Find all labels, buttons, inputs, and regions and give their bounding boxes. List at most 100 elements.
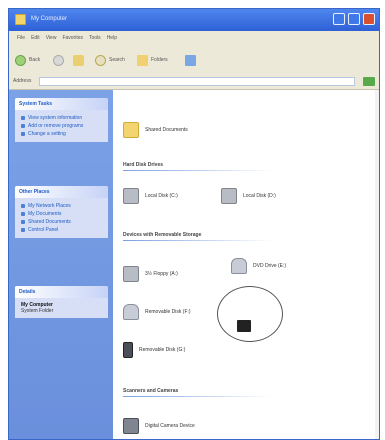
menu-bar: File Edit View Favorites Tools Help — [9, 31, 379, 45]
place-bullet-icon — [21, 204, 25, 208]
folders-icon — [137, 54, 148, 66]
removable-item[interactable]: DVD Drive (E:) — [231, 258, 286, 274]
content-area: Shared Documents Hard Disk Drives Local … — [113, 90, 379, 439]
title-bar[interactable]: My Computer — [9, 9, 379, 31]
system-tasks-panel: System Tasks View system information Add… — [15, 98, 108, 142]
removable-item[interactable]: 3½ Floppy (A:) — [123, 266, 178, 282]
device-icon — [237, 320, 251, 332]
up-button[interactable] — [73, 53, 84, 67]
my-computer-icon — [15, 14, 26, 25]
details-panel: Details My Computer System Folder — [15, 286, 108, 318]
task-label: Change a setting — [28, 131, 66, 137]
place-item[interactable]: Shared Documents — [21, 218, 104, 226]
folder-icon — [123, 122, 139, 138]
place-item[interactable]: My Documents — [21, 210, 104, 218]
task-item[interactable]: Add or remove programs — [21, 122, 104, 130]
removable-disk-icon — [123, 304, 139, 320]
place-label: Shared Documents — [28, 219, 71, 225]
place-item[interactable]: My Network Places — [21, 202, 104, 210]
task-item[interactable]: View system information — [21, 114, 104, 122]
item-label: Local Disk (D:) — [243, 193, 276, 199]
toolbar: Back Search Folders — [9, 45, 379, 76]
item-label: DVD Drive (E:) — [253, 263, 287, 269]
group-divider — [123, 170, 273, 171]
item-label: 3½ Floppy (A:) — [145, 271, 178, 277]
forward-button[interactable] — [53, 53, 64, 67]
back-button[interactable]: Back — [15, 53, 40, 67]
explorer-window: My Computer File Edit View Favorites Too… — [8, 8, 380, 440]
other-places-header[interactable]: Other Places — [15, 186, 108, 198]
details-subtitle: System Folder — [21, 308, 54, 314]
removable-item[interactable]: Removable Disk (F:) — [123, 304, 191, 320]
search-label: Search — [109, 57, 125, 63]
other-places-panel: Other Places My Network Places My Docume… — [15, 186, 108, 238]
place-item[interactable]: Control Panel — [21, 226, 104, 234]
group-removable-storage: Devices with Removable Storage — [123, 232, 273, 241]
scrollbar[interactable] — [375, 90, 379, 439]
task-bullet-icon — [21, 124, 25, 128]
hard-disk-item[interactable]: Local Disk (D:) — [221, 188, 276, 204]
dvd-drive-icon — [231, 258, 247, 274]
back-arrow-icon — [15, 54, 26, 66]
hard-disk-icon — [221, 188, 237, 204]
removable-item[interactable]: Removable Disk (G:) — [123, 342, 185, 358]
hard-disk-item[interactable]: Local Disk (C:) — [123, 188, 178, 204]
place-bullet-icon — [21, 220, 25, 224]
group-hard-disks: Hard Disk Drives — [123, 162, 273, 171]
item-label: Local Disk (C:) — [145, 193, 178, 199]
system-tasks-header[interactable]: System Tasks — [15, 98, 108, 110]
menu-favorites[interactable]: Favorites — [62, 35, 83, 41]
address-bar: Address — [9, 75, 379, 90]
group-divider — [123, 396, 273, 397]
task-label: View system information — [28, 115, 83, 121]
forward-arrow-icon — [53, 54, 64, 66]
folders-button[interactable]: Folders — [137, 53, 168, 67]
shared-documents-item[interactable]: Shared Documents — [123, 122, 188, 138]
menu-view[interactable]: View — [46, 35, 57, 41]
item-label: Removable Disk (F:) — [145, 309, 191, 315]
item-label: Shared Documents — [145, 127, 188, 133]
back-label: Back — [29, 57, 41, 63]
menu-file[interactable]: File — [17, 35, 25, 41]
menu-tools[interactable]: Tools — [89, 35, 101, 41]
details-header[interactable]: Details — [15, 286, 108, 298]
views-button[interactable] — [185, 53, 196, 67]
close-button[interactable] — [363, 13, 375, 25]
address-field[interactable] — [39, 77, 355, 86]
place-label: My Network Places — [28, 203, 71, 209]
group-title: Hard Disk Drives — [123, 162, 164, 168]
task-item[interactable]: Change a setting — [21, 130, 104, 138]
place-label: Control Panel — [28, 227, 59, 233]
views-icon — [185, 54, 196, 66]
menu-edit[interactable]: Edit — [31, 35, 40, 41]
minimize-button[interactable] — [333, 13, 345, 25]
place-bullet-icon — [21, 228, 25, 232]
group-divider — [123, 240, 273, 241]
scanner-item[interactable]: Digital Camera Device — [123, 418, 195, 434]
place-bullet-icon — [21, 212, 25, 216]
group-title: Devices with Removable Storage — [123, 232, 202, 238]
search-button[interactable]: Search — [95, 53, 125, 67]
group-scanners-cameras: Scanners and Cameras — [123, 388, 273, 397]
item-label: Removable Disk (G:) — [139, 347, 186, 353]
task-bullet-icon — [21, 132, 25, 136]
camera-icon — [123, 418, 139, 434]
floppy-drive-icon — [123, 266, 139, 282]
task-pane: System Tasks View system information Add… — [9, 90, 113, 439]
folders-label: Folders — [151, 57, 168, 63]
address-label: Address — [13, 78, 32, 84]
window-title: My Computer — [31, 16, 68, 22]
task-bullet-icon — [21, 116, 25, 120]
item-label: Digital Camera Device — [145, 423, 195, 429]
portable-device-icon — [123, 342, 133, 358]
search-icon — [95, 54, 106, 66]
group-title: Scanners and Cameras — [123, 388, 179, 394]
menu-help[interactable]: Help — [107, 35, 117, 41]
place-label: My Documents — [28, 211, 62, 217]
highlight-circle — [217, 286, 283, 342]
task-label: Add or remove programs — [28, 123, 84, 129]
hard-disk-icon — [123, 188, 139, 204]
maximize-button[interactable] — [348, 13, 360, 25]
go-button[interactable] — [363, 77, 375, 86]
folder-up-icon — [73, 54, 84, 66]
